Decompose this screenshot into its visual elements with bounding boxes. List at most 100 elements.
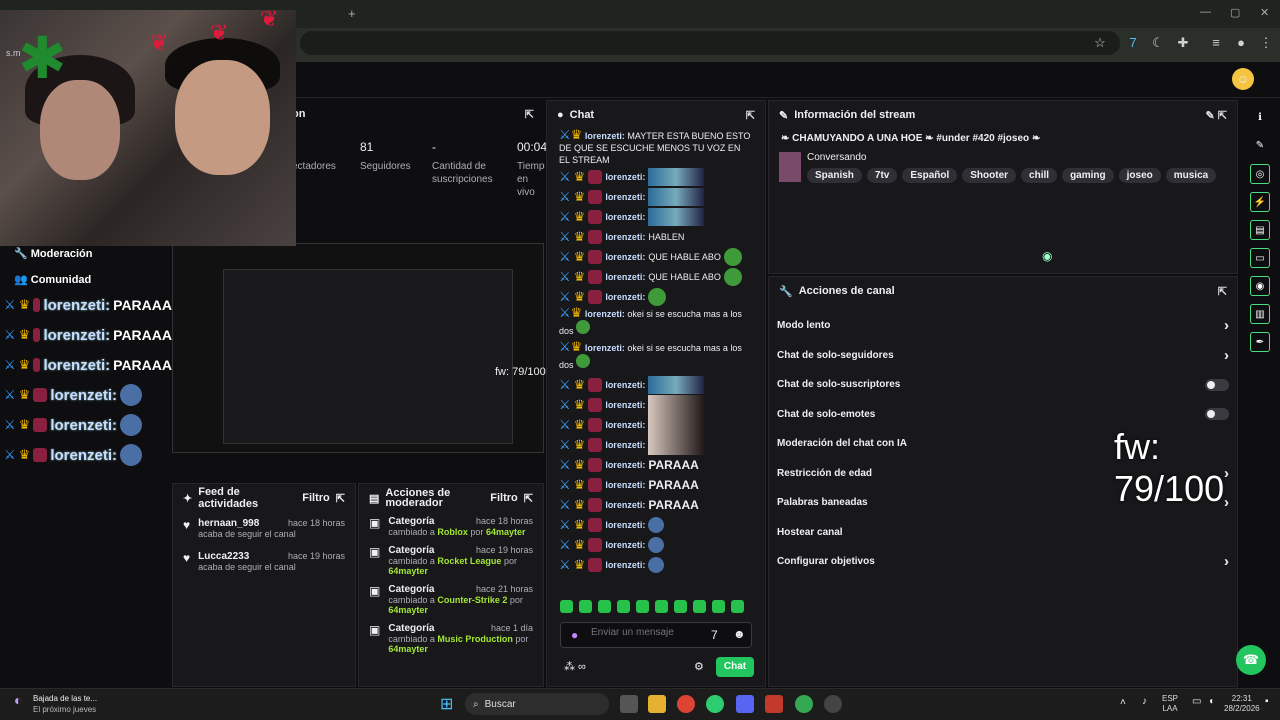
chat-input[interactable]: ● 7 ☻ xyxy=(560,622,752,648)
chat-username[interactable]: lorenzeti: xyxy=(605,232,645,242)
new-tab-button[interactable]: + xyxy=(348,6,356,21)
stream-tag[interactable]: musica xyxy=(1165,168,1217,183)
app-icon[interactable] xyxy=(824,695,842,713)
star-icon[interactable]: ☆ xyxy=(1092,35,1108,51)
category-name[interactable]: Conversando xyxy=(807,152,1216,163)
mic-icon[interactable]: ♪ xyxy=(1142,696,1147,707)
emote-icon[interactable] xyxy=(617,600,630,613)
category-thumbnail[interactable] xyxy=(779,152,801,182)
whatsapp-icon[interactable] xyxy=(706,695,724,713)
channel-action-item[interactable]: Chat de solo-seguidores › xyxy=(769,341,1237,371)
help-button[interactable]: ☎ xyxy=(1236,645,1266,675)
chevron-right-icon[interactable]: › xyxy=(1224,347,1229,364)
user-avatar[interactable]: ☺ xyxy=(1232,68,1254,90)
edit-icon[interactable]: ✎ ⇱ xyxy=(1206,109,1228,122)
emote-icon[interactable] xyxy=(598,600,611,613)
chat-username[interactable]: lorenzeti: xyxy=(605,252,645,262)
chat-username[interactable]: lorenzeti: xyxy=(605,460,645,470)
activity-username[interactable]: hernaan_998 xyxy=(198,518,259,529)
clock[interactable]: 22:31 28/2/2026 xyxy=(1224,694,1260,714)
notifications-bell-icon[interactable]: ▪ xyxy=(1265,696,1269,707)
chat-username[interactable]: lorenzeti: xyxy=(605,272,645,282)
mod-filter-button[interactable]: Filtro xyxy=(490,492,518,504)
chat-username[interactable]: lorenzeti: xyxy=(605,400,645,410)
mod-action-user[interactable]: 64mayter xyxy=(486,527,526,537)
notification-icon[interactable]: ◐ xyxy=(14,692,22,708)
emoji-icon[interactable]: ☻ xyxy=(733,627,746,641)
emote-icon[interactable] xyxy=(693,600,706,613)
channel-action-item[interactable]: Chat de solo-emotes xyxy=(769,400,1237,430)
toggle-switch[interactable] xyxy=(1205,408,1229,421)
emote-icon[interactable] xyxy=(731,600,744,613)
emote-icon[interactable] xyxy=(560,600,573,613)
volume-icon[interactable]: ◖ xyxy=(1208,696,1214,707)
chat-username[interactable]: lorenzeti: xyxy=(585,309,625,319)
chat-username[interactable]: lorenzeti: xyxy=(43,357,110,374)
chat-username[interactable]: lorenzeti: xyxy=(605,500,645,510)
channel-action-item[interactable]: Hostear canal xyxy=(769,518,1237,548)
chat-username[interactable]: lorenzeti: xyxy=(605,560,645,570)
chat-username[interactable]: lorenzeti: xyxy=(605,292,645,302)
broadcast-icon[interactable]: ◉ xyxy=(1250,276,1270,296)
chevron-right-icon[interactable]: › xyxy=(1224,553,1229,570)
chat-username[interactable]: lorenzeti: xyxy=(605,440,645,450)
stream-tag[interactable]: joseo xyxy=(1118,168,1161,183)
emote-icon[interactable] xyxy=(579,600,592,613)
7tv-icon[interactable]: 7 xyxy=(711,628,718,642)
menu-moderation[interactable]: 🔧 Moderación xyxy=(14,247,93,260)
stream-tag[interactable]: Spanish xyxy=(807,168,862,183)
chat-username[interactable]: lorenzeti: xyxy=(605,540,645,550)
address-bar[interactable] xyxy=(300,31,1120,55)
emote-icon[interactable] xyxy=(655,600,668,613)
chat-username[interactable]: lorenzeti: xyxy=(50,387,117,404)
chat-username[interactable]: lorenzeti: xyxy=(605,192,645,202)
popout-icon[interactable]: ⇱ xyxy=(525,108,534,121)
emote-icon[interactable] xyxy=(674,600,687,613)
activity-username[interactable]: Lucca2233 xyxy=(198,551,249,562)
chevron-right-icon[interactable]: › xyxy=(1224,317,1229,334)
emote-icon[interactable] xyxy=(636,600,649,613)
activity-filter-button[interactable]: Filtro xyxy=(302,492,330,504)
toggle-switch[interactable] xyxy=(1205,378,1229,391)
stream-tag[interactable]: chill xyxy=(1021,168,1058,183)
maximize-icon[interactable]: ▢ xyxy=(1230,6,1240,19)
chrome-icon[interactable] xyxy=(677,695,695,713)
popout-icon[interactable]: ⇱ xyxy=(524,492,533,505)
7tv-extension-icon[interactable]: 7 xyxy=(1125,35,1141,51)
discord-icon[interactable] xyxy=(736,695,754,713)
popout-icon[interactable]: ⇱ xyxy=(1218,285,1227,298)
clip-icon[interactable]: ◎ xyxy=(1250,164,1270,184)
chat-username[interactable]: lorenzeti: xyxy=(605,212,645,222)
chat-username[interactable]: lorenzeti: xyxy=(605,480,645,490)
info-icon[interactable]: ℹ xyxy=(1250,108,1270,128)
popout-icon[interactable]: ⇱ xyxy=(746,109,755,122)
chat-message-input[interactable] xyxy=(591,627,701,638)
mod-action-user[interactable]: 64mayter xyxy=(388,566,428,576)
media-icon[interactable]: ≡ xyxy=(1208,35,1224,51)
menu-community[interactable]: 👥 Comunidad xyxy=(14,273,91,286)
chat-username[interactable]: lorenzeti: xyxy=(605,520,645,530)
stream-tag[interactable]: gaming xyxy=(1062,168,1114,183)
profile-icon[interactable]: ● xyxy=(1233,35,1249,51)
lightning-icon[interactable]: ⚡ xyxy=(1250,192,1270,212)
message-icon[interactable]: ▭ xyxy=(1250,248,1270,268)
mod-action-user[interactable]: 64mayter xyxy=(388,644,428,654)
task-view-icon[interactable] xyxy=(620,695,638,713)
mic-icon[interactable]: ● xyxy=(571,628,578,642)
chat-username[interactable]: lorenzeti: xyxy=(605,172,645,182)
language-indicator[interactable]: ESP LAA xyxy=(1162,694,1178,714)
taskbar-search[interactable]: ⌕ Buscar xyxy=(465,693,609,715)
emote-icon[interactable] xyxy=(712,600,725,613)
channel-action-item[interactable]: Configurar objetivos › xyxy=(769,547,1237,577)
chat-username[interactable]: lorenzeti: xyxy=(585,131,625,141)
file-explorer-icon[interactable] xyxy=(648,695,666,713)
puzzle-icon[interactable]: ✚ xyxy=(1175,35,1191,51)
wrench-icon[interactable]: ✒ xyxy=(1250,332,1270,352)
chrome-profile-icon[interactable] xyxy=(795,695,813,713)
minimize-icon[interactable]: — xyxy=(1200,6,1211,18)
network-icon[interactable]: ▭ xyxy=(1192,696,1201,707)
layout-icon[interactable]: ▥ xyxy=(1250,304,1270,324)
popout-icon[interactable]: ⇱ xyxy=(336,492,345,505)
channel-action-item[interactable]: Modo lento › xyxy=(769,311,1237,341)
stream-tag[interactable]: 7tv xyxy=(866,168,898,183)
